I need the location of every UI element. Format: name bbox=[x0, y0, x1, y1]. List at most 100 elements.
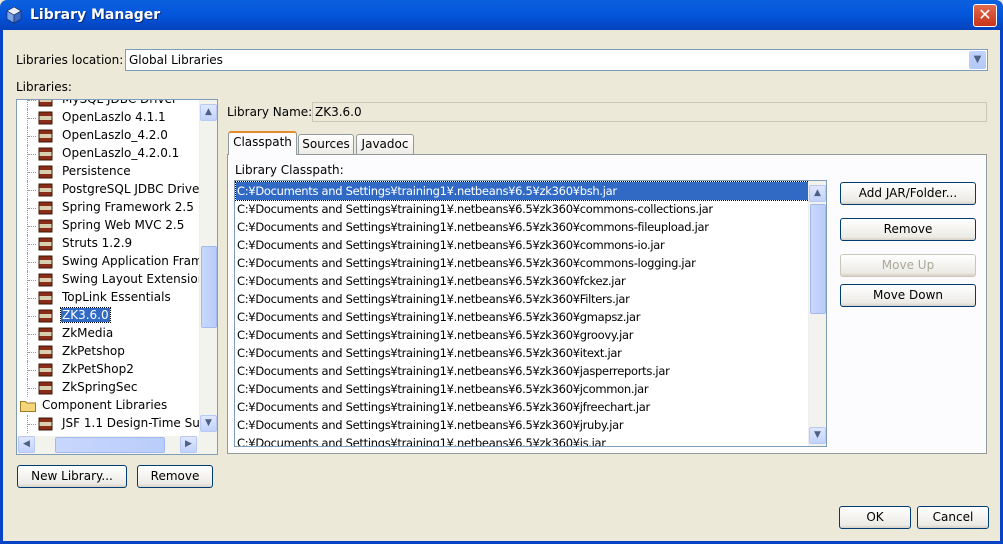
library-book-icon bbox=[38, 183, 53, 197]
tab-sources[interactable]: Sources bbox=[298, 134, 354, 155]
title-bar[interactable]: Library Manager ✕ bbox=[0, 0, 1003, 30]
tree-item-label: Persistence bbox=[62, 164, 131, 178]
library-book-icon bbox=[38, 237, 53, 251]
classpath-viewport: C:¥Documents and Settings¥training1¥.net… bbox=[235, 181, 809, 446]
app-cube-icon bbox=[6, 6, 22, 24]
scroll-left-icon[interactable]: ◀ bbox=[18, 436, 35, 453]
classpath-list-item[interactable]: C:¥Documents and Settings¥training1¥.net… bbox=[236, 416, 809, 434]
tree-library-item[interactable]: ZK3.6.0 bbox=[17, 307, 199, 325]
tree-item-label: OpenLaszlo_4.2.0 bbox=[62, 128, 168, 142]
scroll-down-icon[interactable]: ▼ bbox=[200, 415, 217, 432]
tree-library-item[interactable]: Struts 1.2.9 bbox=[17, 235, 199, 253]
tree-item-label: Spring Web MVC 2.5 bbox=[62, 218, 185, 232]
tree-library-item[interactable]: JSF 1.1 Design-Time Support bbox=[17, 415, 199, 433]
window-frame-left bbox=[0, 30, 3, 544]
classpath-list-item[interactable]: C:¥Documents and Settings¥training1¥.net… bbox=[235, 181, 809, 201]
move-down-button-label: Move Down bbox=[873, 288, 943, 302]
libraries-location-select[interactable]: Global Libraries ▼ bbox=[125, 49, 988, 71]
tree-library-item[interactable]: PostgreSQL JDBC Driver bbox=[17, 181, 199, 199]
classpath-list-item[interactable]: C:¥Documents and Settings¥training1¥.net… bbox=[236, 434, 809, 446]
classpath-list-item[interactable]: C:¥Documents and Settings¥training1¥.net… bbox=[236, 398, 809, 416]
remove-jar-button[interactable]: Remove bbox=[840, 218, 976, 241]
tree-guide-line bbox=[27, 253, 36, 271]
ok-button[interactable]: OK bbox=[839, 506, 911, 529]
chevron-down-icon[interactable]: ▼ bbox=[969, 51, 986, 69]
tree-item-label: ZK3.6.0 bbox=[60, 307, 111, 323]
scroll-right-icon[interactable]: ▶ bbox=[180, 436, 197, 453]
library-book-icon bbox=[38, 219, 53, 233]
add-jar-folder-button[interactable]: Add JAR/Folder... bbox=[840, 182, 976, 205]
active-tab-joiner bbox=[229, 153, 296, 156]
move-down-button[interactable]: Move Down bbox=[840, 284, 976, 307]
libraries-location-value: Global Libraries bbox=[129, 53, 223, 67]
classpath-list-item[interactable]: C:¥Documents and Settings¥training1¥.net… bbox=[236, 290, 809, 308]
tree-library-item[interactable]: OpenLaszlo_4.2.0 bbox=[17, 127, 199, 145]
classpath-list-item[interactable]: C:¥Documents and Settings¥training1¥.net… bbox=[236, 218, 809, 236]
tree-library-item[interactable]: ZkSpringSec bbox=[17, 379, 199, 397]
tree-library-item[interactable]: ZkMedia bbox=[17, 325, 199, 343]
tree-item-label: ZkSpringSec bbox=[62, 380, 138, 394]
tree-library-item[interactable]: Swing Application Framework bbox=[17, 253, 199, 271]
tree-library-item[interactable]: Persistence bbox=[17, 163, 199, 181]
tree-guide-line bbox=[27, 307, 36, 325]
tab-classpath-label: Classpath bbox=[233, 135, 292, 149]
tree-library-item[interactable]: Spring Framework 2.5 bbox=[17, 199, 199, 217]
library-book-icon bbox=[38, 327, 53, 341]
tree-scroll-thumb[interactable] bbox=[201, 246, 217, 328]
remove-jar-button-label: Remove bbox=[883, 222, 933, 236]
tree-hscroll-thumb[interactable] bbox=[55, 437, 165, 453]
tree-horizontal-scrollbar[interactable]: ◀ ▶ bbox=[17, 436, 217, 454]
tree-item-label: ZkPetshop bbox=[62, 344, 125, 358]
tab-classpath[interactable]: Classpath bbox=[228, 131, 297, 155]
library-book-icon bbox=[38, 201, 53, 215]
tree-item-label: TopLink Essentials bbox=[62, 290, 171, 304]
classpath-scroll-thumb[interactable] bbox=[810, 204, 826, 314]
scroll-down-icon[interactable]: ▼ bbox=[809, 427, 826, 444]
tree-item-label: Component Libraries bbox=[42, 398, 168, 412]
libraries-location-label: Libraries location: bbox=[16, 53, 124, 67]
classpath-list-item[interactable]: C:¥Documents and Settings¥training1¥.net… bbox=[236, 200, 809, 218]
new-library-button[interactable]: New Library... bbox=[17, 465, 127, 488]
classpath-vertical-scrollbar[interactable]: ▲ ▼ bbox=[808, 181, 826, 446]
tree-library-item[interactable]: Swing Layout Extensions bbox=[17, 271, 199, 289]
library-book-icon bbox=[38, 381, 53, 395]
tree-library-item[interactable]: MySQL JDBC Driver bbox=[17, 100, 199, 109]
tree-library-item[interactable]: Spring Web MVC 2.5 bbox=[17, 217, 199, 235]
classpath-list[interactable]: C:¥Documents and Settings¥training1¥.net… bbox=[234, 180, 827, 447]
close-window-button[interactable]: ✕ bbox=[973, 4, 997, 27]
folder-icon bbox=[20, 401, 36, 412]
libraries-tree[interactable]: MySQL JDBC Driver OpenLaszlo 4.1.1 OpenLas… bbox=[16, 99, 218, 455]
tree-item-label: OpenLaszlo_4.2.0.1 bbox=[62, 146, 180, 160]
classpath-list-item[interactable]: C:¥Documents and Settings¥training1¥.net… bbox=[236, 272, 809, 290]
tree-guide-line bbox=[27, 415, 36, 433]
tab-javadoc[interactable]: Javadoc bbox=[356, 134, 414, 155]
classpath-list-item[interactable]: C:¥Documents and Settings¥training1¥.net… bbox=[236, 362, 809, 380]
tree-library-item[interactable]: OpenLaszlo 4.1.1 bbox=[17, 109, 199, 127]
tree-item-label: ZkMedia bbox=[62, 326, 114, 340]
classpath-list-item[interactable]: C:¥Documents and Settings¥training1¥.net… bbox=[236, 308, 809, 326]
classpath-list-item[interactable]: C:¥Documents and Settings¥training1¥.net… bbox=[236, 254, 809, 272]
tree-library-item[interactable]: TopLink Essentials bbox=[17, 289, 199, 307]
tree-library-item[interactable]: ZkPetShop2 bbox=[17, 361, 199, 379]
tree-item-label: ZkPetShop2 bbox=[62, 362, 134, 376]
tree-library-item[interactable]: ZkPetshop bbox=[17, 343, 199, 361]
classpath-list-item[interactable]: C:¥Documents and Settings¥training1¥.net… bbox=[236, 326, 809, 344]
tree-guide-line bbox=[27, 343, 36, 361]
classpath-list-item[interactable]: C:¥Documents and Settings¥training1¥.net… bbox=[236, 236, 809, 254]
tree-item-label: Struts 1.2.9 bbox=[62, 236, 133, 250]
tree-library-item[interactable]: OpenLaszlo_4.2.0.1 bbox=[17, 145, 199, 163]
tree-guide-line bbox=[27, 145, 36, 163]
scroll-up-icon[interactable]: ▲ bbox=[200, 104, 217, 121]
tree-folder-item[interactable]: Component Libraries bbox=[17, 397, 199, 415]
remove-library-button-label: Remove bbox=[150, 469, 200, 483]
close-icon: ✕ bbox=[978, 5, 992, 24]
scroll-up-icon[interactable]: ▲ bbox=[809, 185, 826, 202]
remove-library-button[interactable]: Remove bbox=[137, 465, 213, 488]
cancel-button[interactable]: Cancel bbox=[917, 506, 989, 529]
classpath-list-item[interactable]: C:¥Documents and Settings¥training1¥.net… bbox=[236, 344, 809, 362]
classpath-list-item[interactable]: C:¥Documents and Settings¥training1¥.net… bbox=[236, 380, 809, 398]
move-up-button[interactable]: Move Up bbox=[840, 254, 976, 277]
tree-vertical-scrollbar[interactable]: ▲ ▼ bbox=[199, 100, 217, 436]
library-classpath-label: Library Classpath: bbox=[235, 163, 344, 177]
tab-javadoc-label: Javadoc bbox=[361, 137, 409, 151]
